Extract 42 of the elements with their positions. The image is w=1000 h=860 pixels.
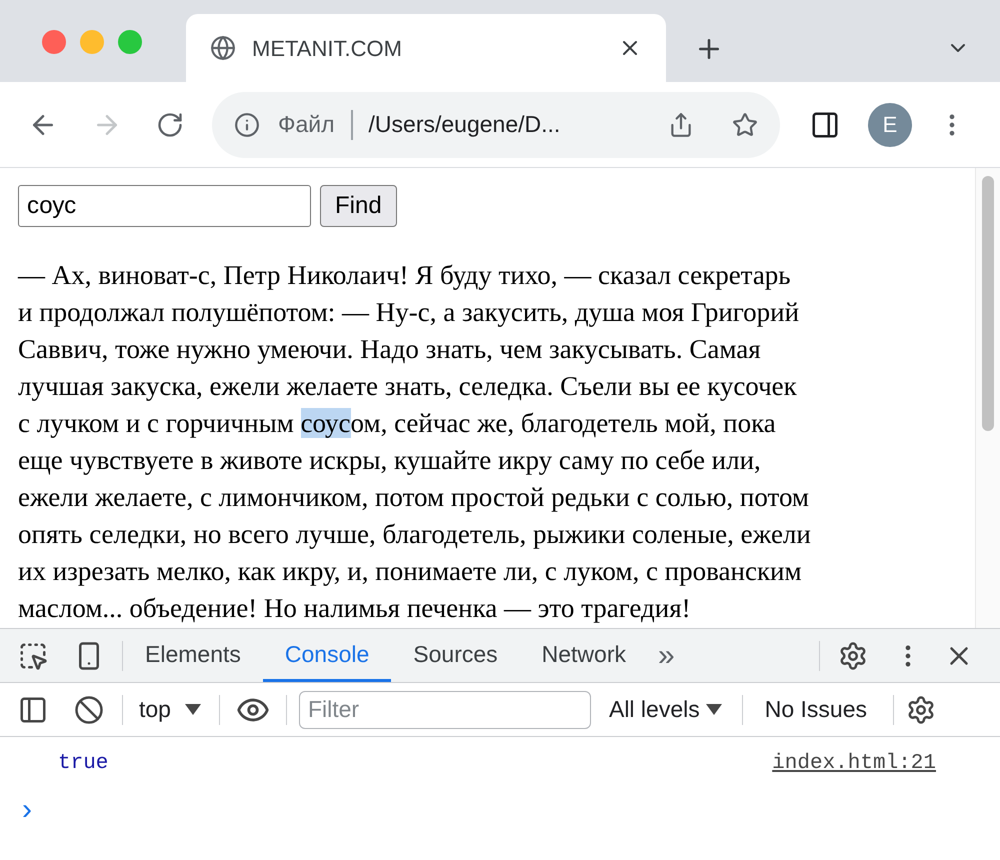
more-tabs-icon[interactable]: » [658, 633, 675, 678]
text-line: маслом... объедение! Но налимья печенка — это трагедия! [18, 592, 691, 625]
text-line: ежели желаете, с лимончиком, потом простой редьки с солью, потом [18, 481, 810, 514]
star-icon[interactable] [732, 112, 758, 138]
text-line: и продолжал полушёпотом: — Ну-с, а закусить, душа моя Григорий [18, 296, 800, 329]
console-prompt[interactable]: › [22, 795, 32, 825]
settings-icon[interactable] [838, 640, 868, 670]
find-button[interactable]: Find [320, 185, 397, 227]
browser-tab[interactable]: METANIT.COM [186, 14, 666, 82]
sidebar-toggle-icon[interactable] [18, 694, 48, 724]
text-line: их изрезать мелко, как икру, и, понимаете ли, с луком, с прованским [18, 555, 802, 588]
inspect-icon[interactable] [18, 640, 48, 670]
text-line: лучшая закуска, ежели желаете знать, селедка. Съели вы ее кусочек [18, 370, 797, 403]
scrollbar[interactable] [975, 168, 1000, 628]
text-line: Саввич, тоже нужно умеючи. Надо знать, чем закусывать. Самая [18, 333, 761, 366]
side-panel-icon[interactable] [810, 110, 840, 140]
info-icon [234, 112, 260, 138]
devtools-tab[interactable]: Sources [391, 629, 520, 682]
levels-dropdown[interactable]: All levels [608, 692, 722, 727]
url-text: /Users/eugene/D... [368, 110, 560, 140]
tab-title: METANIT.COM [252, 34, 403, 62]
text-line: — Ах, виноват-с, Петр Николаич! Я буду тихо, — сказал секретарь [18, 259, 791, 292]
issues-button[interactable]: No Issues [764, 692, 868, 727]
reload-icon[interactable] [156, 110, 184, 138]
clear-console-icon[interactable] [74, 694, 104, 724]
source-link[interactable]: index.html:21 [772, 748, 936, 780]
settings-icon[interactable] [906, 694, 936, 724]
profile-avatar[interactable]: E [868, 102, 912, 146]
globe-icon [210, 35, 236, 61]
search-field[interactable]: соус [18, 185, 311, 227]
text-line: еще чувствуете в животе искры, кушайте икру саму по себе или, [18, 444, 761, 477]
filter-field[interactable]: Filter [298, 690, 591, 728]
text-line: опять селедки, но всего лучше, благодетель, рыжики соленые, ежели [18, 518, 811, 551]
text-line: с лучком и с горчичным соусом, сейчас же, благодетель мой, пока [18, 407, 776, 440]
address-bar[interactable]: Файл /Users/eugene/D... [212, 92, 780, 158]
console-value: true [58, 751, 108, 778]
caret-icon [706, 704, 722, 715]
scheme-label: Файл [278, 110, 335, 140]
devtools-tab[interactable]: Elements [123, 629, 263, 682]
devtools-tab[interactable]: Network [520, 629, 648, 682]
caret-icon [184, 704, 201, 715]
context-dropdown[interactable]: top [139, 692, 201, 727]
